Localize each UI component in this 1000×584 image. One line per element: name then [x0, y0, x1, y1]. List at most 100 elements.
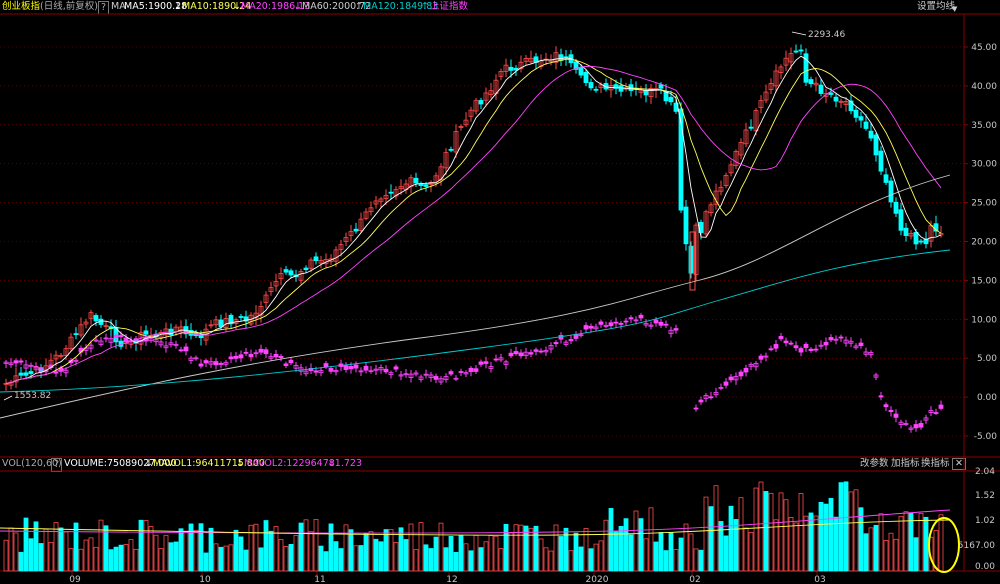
volume-bar: [668, 532, 674, 572]
volume-bar: [73, 522, 79, 572]
volume-bar: [408, 523, 414, 572]
volume-bar: [938, 514, 944, 572]
candle-body: [388, 191, 394, 194]
volume-bar: [158, 548, 164, 572]
kline-chart[interactable]: 45.00 40.00 35.00 30.00 25.00 20.00 15.00 10.00…: [0, 0, 1000, 584]
volume-bar: [708, 506, 714, 572]
volume-bar: [108, 549, 114, 572]
overlay-body: [813, 348, 819, 351]
overlay-body: [288, 359, 294, 364]
volume-bar: [448, 536, 454, 572]
overlay-body: [178, 349, 184, 352]
volume-bar: [3, 539, 9, 572]
volume-bar: [348, 529, 354, 572]
overlay-body: [623, 320, 629, 323]
overlay-body: [493, 358, 499, 361]
volume-bar: [913, 537, 919, 572]
candle-body: [833, 96, 839, 102]
candle-body: [748, 126, 754, 129]
volume-bar: [663, 550, 669, 572]
volume-bar: [643, 538, 649, 572]
candle-body: [903, 227, 909, 237]
volume-bar: [863, 533, 869, 572]
volume-tick-label: 1.02: [975, 516, 995, 526]
overlay-body: [658, 321, 664, 326]
volume-bar: [68, 548, 74, 572]
volume-bar: [613, 531, 619, 572]
volume-bar: [723, 535, 729, 572]
volume-bar: [703, 496, 709, 572]
volume-bar: [908, 512, 914, 572]
overlay-body: [743, 367, 749, 373]
overlay-body: [123, 337, 129, 342]
volume-bar: [658, 532, 664, 572]
volume-bar: [498, 548, 504, 572]
overlay-body: [823, 341, 829, 346]
overlay-body: [118, 335, 124, 338]
volume-bar: [33, 521, 39, 572]
volume-bar: [688, 533, 694, 572]
volume-bar: [678, 537, 684, 572]
date-label: 2020: [586, 575, 609, 584]
ma-lines: [0, 55, 951, 419]
volume-bar: [848, 491, 854, 572]
volume-bar: [368, 531, 374, 572]
volume-bar: [758, 481, 764, 572]
overlay-body: [608, 322, 614, 327]
overlay-body: [448, 371, 454, 375]
date-label: 12: [446, 575, 457, 584]
overlay-body: [483, 361, 489, 364]
overlay-body: [183, 346, 189, 352]
volume-bar: [53, 522, 59, 572]
volume-bar: [323, 551, 329, 572]
candle-body: [478, 100, 484, 105]
volume-bar: [873, 524, 879, 572]
price-tick-label: 45.00: [971, 43, 997, 53]
volume-bar: [83, 539, 89, 572]
candle-body: [683, 206, 689, 245]
candle-body: [808, 79, 814, 85]
volume-bar: [278, 539, 284, 572]
volume-bar: [923, 516, 929, 572]
volume-bar: [748, 531, 754, 572]
price-tick-label: 40.00: [971, 82, 997, 92]
overlay-body: [343, 365, 349, 370]
overlay-body: [613, 321, 619, 324]
volume-bar: [63, 531, 69, 572]
volume-bar: [733, 519, 739, 572]
overlay-body: [708, 396, 714, 399]
candle-body: [798, 49, 804, 52]
volume-bar: [673, 549, 679, 572]
candle-body: [663, 91, 669, 102]
overlay-body: [328, 367, 334, 372]
overlay-body: [508, 352, 514, 357]
volume-bar: [113, 546, 119, 572]
overlay-body: [788, 342, 794, 345]
volume-bar: [833, 516, 839, 572]
volume-bar: [843, 481, 849, 572]
overlay-body: [793, 345, 799, 349]
volume-bar: [213, 543, 219, 572]
volume-bar: [888, 532, 894, 572]
volume-bar: [28, 538, 34, 572]
overlay-body: [918, 423, 924, 428]
volume-bar: [488, 535, 494, 572]
volume-bar: [133, 548, 139, 572]
volume-bar: [163, 534, 169, 572]
volume-bar: [393, 542, 399, 572]
volume-bar: [588, 548, 594, 572]
overlay-body: [588, 325, 594, 329]
volume-tick-label: 0.00: [975, 562, 995, 572]
overlay-body: [838, 336, 844, 339]
overlay-body: [758, 355, 764, 360]
price-gridlines: [0, 46, 964, 437]
volume-bar: [308, 531, 314, 572]
overlay-body: [783, 340, 789, 344]
volume-bar: [893, 538, 899, 572]
volume-bar: [13, 532, 19, 572]
candle-body: [658, 84, 664, 89]
volume-bar: [263, 520, 269, 572]
volume-axis: 2.04 1.52 1.02 5167.00 0.00: [958, 467, 995, 572]
volume-bar: [693, 548, 699, 572]
overlay-body: [348, 365, 354, 370]
